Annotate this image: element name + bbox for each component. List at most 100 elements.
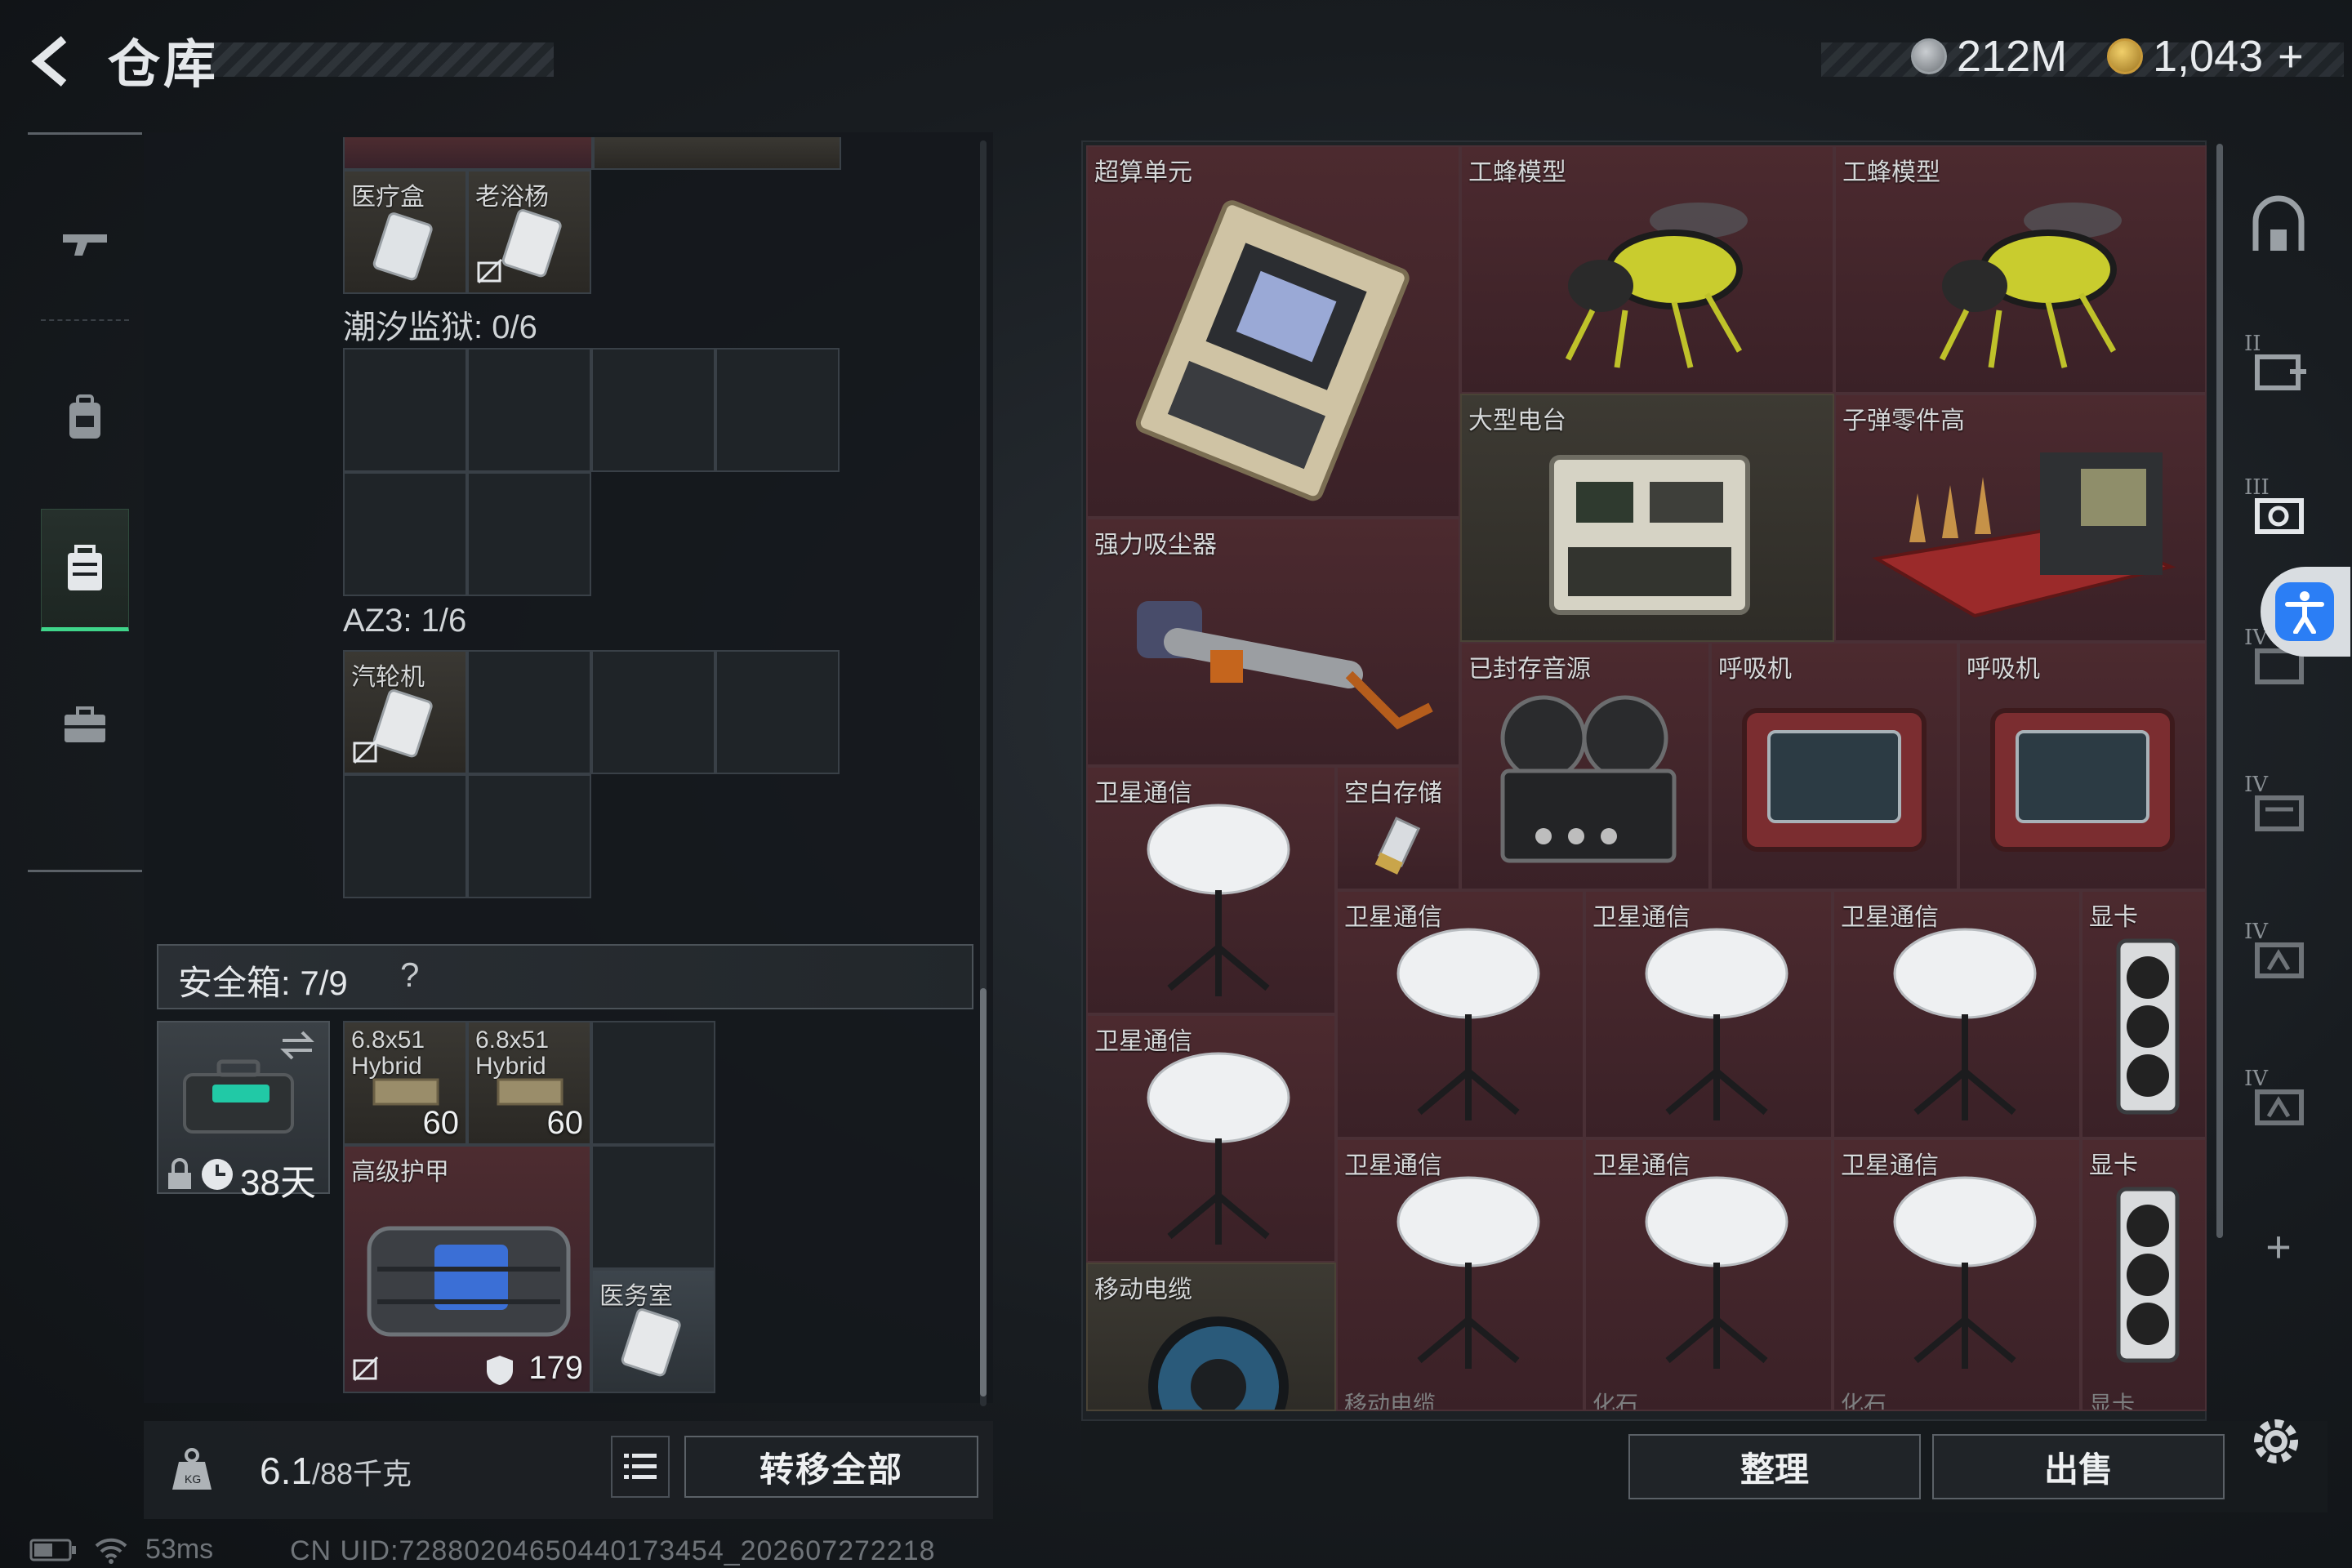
tab-iv-d[interactable]: IV xyxy=(2238,1058,2319,1148)
empty-slot[interactable] xyxy=(591,1145,715,1269)
item-satellite-comm-5[interactable]: 卫星通信 xyxy=(1086,1014,1336,1263)
item-satellite-comm-2[interactable]: 卫星通信 xyxy=(1336,890,1584,1138)
empty-slot[interactable] xyxy=(591,650,715,774)
section-az3: AZ3: 1/6 xyxy=(343,603,467,639)
ghost-label: 化石 xyxy=(1841,1392,1887,1411)
tab-home[interactable] xyxy=(2238,181,2319,271)
case-icon xyxy=(68,545,102,590)
safebox-help-button[interactable]: ? xyxy=(400,956,419,995)
swap-icon[interactable] xyxy=(278,1029,317,1062)
medical-box-icon xyxy=(372,212,433,281)
tab-iii[interactable]: III xyxy=(2238,467,2319,557)
empty-slot[interactable] xyxy=(343,472,467,596)
wasp-model-icon xyxy=(1939,203,2122,368)
safebox-tile[interactable]: 38天 xyxy=(157,1021,330,1203)
rail-toolbox[interactable] xyxy=(41,664,129,786)
untransferable-icon xyxy=(477,258,503,284)
category-rail xyxy=(28,132,142,872)
item-label: 医疗盒 xyxy=(351,184,425,211)
item-vacuum[interactable]: 强力吸尘器 xyxy=(1086,518,1460,766)
item-satellite-comm-7[interactable]: 卫星通信 化石 xyxy=(1584,1138,1833,1411)
item-label: 显卡 xyxy=(2089,1152,2138,1179)
lock-icon xyxy=(168,1158,191,1189)
transfer-all-button[interactable]: 转移全部 xyxy=(684,1436,978,1498)
safe-item-ammo-2[interactable]: 6.8x51 Hybrid 60 xyxy=(467,1021,591,1145)
empty-slot[interactable] xyxy=(467,348,591,472)
empty-slot[interactable] xyxy=(343,348,467,472)
rail-backpack[interactable] xyxy=(41,355,129,478)
item-ventilator[interactable]: 呼吸机 xyxy=(1710,642,1958,890)
item-satellite-comm[interactable]: 卫星通信 xyxy=(1086,766,1336,1014)
accessibility-button[interactable] xyxy=(2261,567,2350,657)
safe-item-armor[interactable]: 高级护甲 179 xyxy=(343,1145,591,1393)
rail-case[interactable] xyxy=(41,509,129,631)
chevron-left-icon xyxy=(31,36,67,87)
stash-scroll-thumb[interactable] xyxy=(980,988,987,1396)
empty-slot[interactable] xyxy=(715,348,840,472)
currency-b[interactable]: 1,043 + xyxy=(2107,31,2304,82)
cable-reel-icon xyxy=(1148,1316,1289,1410)
radio-station-icon xyxy=(1549,455,1750,615)
svg-text:KG: KG xyxy=(185,1472,201,1486)
tab-ii[interactable]: II xyxy=(2238,323,2319,413)
empty-slot[interactable] xyxy=(467,472,591,596)
empty-slot[interactable] xyxy=(591,1021,715,1145)
safe-item-clinic[interactable]: 医务室 xyxy=(591,1269,715,1393)
item-label: 高级护甲 xyxy=(351,1159,449,1186)
item-ventilator-2[interactable]: 呼吸机 xyxy=(1958,642,2207,890)
item-gpu[interactable]: 显卡 xyxy=(2081,890,2207,1138)
title-decoration xyxy=(211,42,554,77)
tab-number: III xyxy=(2244,475,2270,500)
back-button[interactable] xyxy=(24,33,82,90)
weight-current: 6.1 xyxy=(260,1450,312,1492)
empty-slot[interactable] xyxy=(715,650,840,774)
item-mobile-cable[interactable]: 移动电缆 xyxy=(1086,1263,1336,1411)
safebox-time: 38天 xyxy=(240,1163,316,1203)
item-large-radio[interactable]: 大型电台 xyxy=(1460,394,1834,642)
gear-icon[interactable] xyxy=(2247,1413,2305,1470)
currency-a: 212M xyxy=(1911,31,2067,82)
item-blank-storage[interactable]: 空白存储 xyxy=(1336,766,1460,890)
item-sealed-audio[interactable]: 已封存音源 xyxy=(1460,642,1710,890)
ping-value: 53ms xyxy=(145,1534,214,1565)
item-wasp-model[interactable]: 工蜂模型 xyxy=(1460,145,1834,394)
item-label: 呼吸机 xyxy=(1967,656,2040,683)
item-wasp-model-2[interactable]: 工蜂模型 xyxy=(1834,145,2207,394)
empty-slot[interactable] xyxy=(591,348,715,472)
empty-slot[interactable] xyxy=(343,774,467,898)
partial-item-top-2[interactable] xyxy=(593,137,841,170)
partial-item-top[interactable] xyxy=(343,137,593,170)
sell-button[interactable]: 出售 xyxy=(1932,1434,2225,1499)
clock-icon xyxy=(202,1159,233,1190)
tab-number: IV xyxy=(2244,773,2269,797)
status-bar: 53ms xyxy=(29,1534,213,1566)
satellite-dish-icon xyxy=(1645,928,1788,1120)
item-supercomputer[interactable]: 超算单元 xyxy=(1086,145,1460,518)
add-currency-icon[interactable]: + xyxy=(2278,31,2304,82)
coin-silver-icon xyxy=(1911,38,1947,74)
item-bullet-parts[interactable]: 子弹零件高 xyxy=(1834,394,2207,642)
item-satellite-comm-4[interactable]: 卫星通信 xyxy=(1833,890,2081,1138)
list-view-button[interactable] xyxy=(611,1436,670,1498)
item-satellite-comm-8[interactable]: 卫星通信 化石 xyxy=(1833,1138,2081,1411)
warehouse-scrollbar[interactable] xyxy=(2216,144,2223,1238)
stash-item-turbine[interactable]: 汽轮机 xyxy=(343,650,467,774)
tab-iv-b[interactable]: IV xyxy=(2238,764,2319,854)
item-label: 呼吸机 xyxy=(1718,656,1792,683)
toolbox-icon xyxy=(65,706,105,742)
tab-iv-c[interactable]: IV xyxy=(2238,911,2319,1001)
item-gpu-2[interactable]: 显卡 显卡 xyxy=(2081,1138,2207,1411)
item-satellite-comm-3[interactable]: 卫星通信 xyxy=(1584,890,1833,1138)
usb-drive-icon xyxy=(1374,817,1421,875)
stash-item-old[interactable]: 老浴杨 xyxy=(467,170,591,294)
item-satellite-comm-6[interactable]: 卫星通信 移动电缆 xyxy=(1336,1138,1584,1411)
add-tab-button[interactable]: + xyxy=(2238,1202,2319,1292)
weight-value: 6.1/88千克 xyxy=(260,1449,412,1493)
rail-weapons[interactable] xyxy=(41,184,129,306)
safe-item-ammo[interactable]: 6.8x51 Hybrid 60 xyxy=(343,1021,467,1145)
empty-slot[interactable] xyxy=(467,774,591,898)
sort-button[interactable]: 整理 xyxy=(1628,1434,1921,1499)
empty-slot[interactable] xyxy=(467,650,591,774)
stash-item-medbox[interactable]: 医疗盒 xyxy=(343,170,467,294)
untransferable-icon xyxy=(353,738,379,764)
